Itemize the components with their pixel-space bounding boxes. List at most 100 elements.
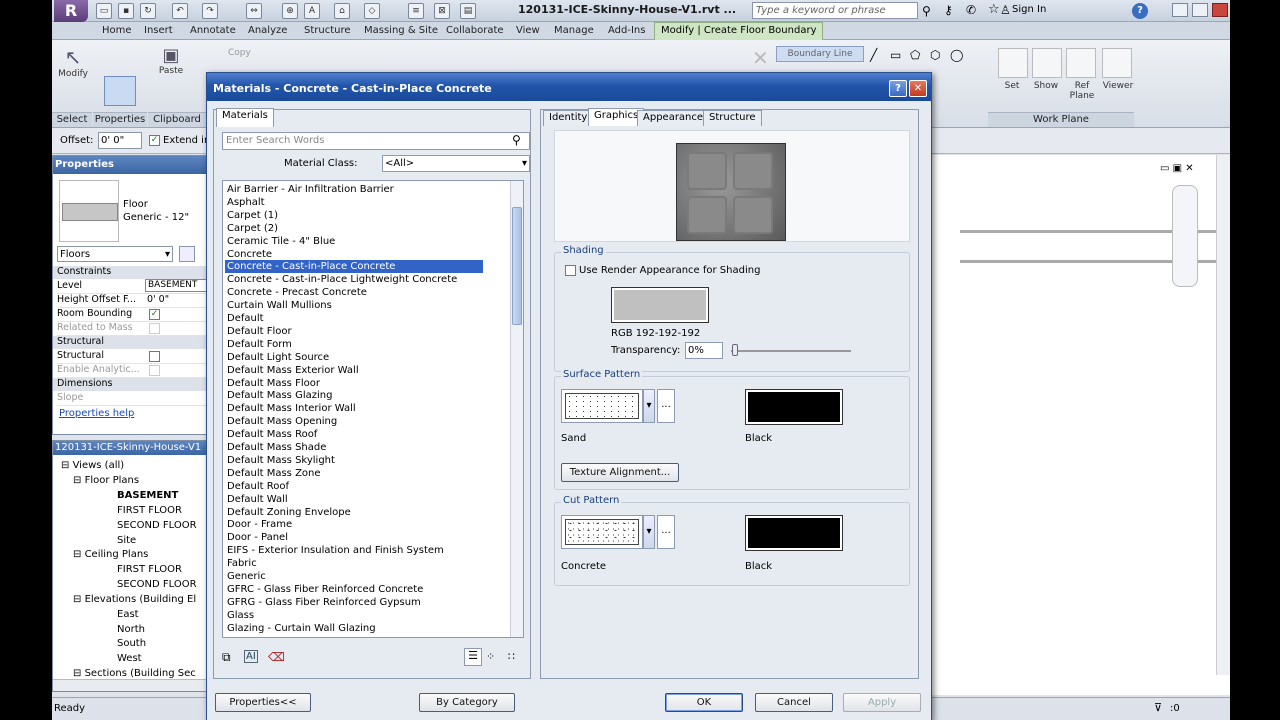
- tree-views-all[interactable]: ⊟ Views (all): [61, 460, 124, 471]
- small-icons-view-icon[interactable]: ⁘: [486, 650, 495, 663]
- application-menu-button[interactable]: R: [54, 0, 88, 22]
- show-workplane-icon[interactable]: [1032, 48, 1062, 78]
- by-category-button[interactable]: By Category: [419, 693, 515, 712]
- circumscribed-polygon-icon[interactable]: ⬡: [930, 48, 940, 62]
- scrollbar-thumb[interactable]: [512, 207, 522, 325]
- material-list-item[interactable]: Default Floor: [227, 325, 292, 338]
- tab-massing-site[interactable]: Massing & Site: [364, 25, 438, 36]
- tab-structure[interactable]: Structure: [304, 25, 351, 36]
- transparency-slider-thumb[interactable]: [732, 344, 738, 356]
- duplicate-material-icon[interactable]: ⧉: [222, 650, 231, 665]
- chevron-down-icon[interactable]: ▾: [643, 515, 655, 549]
- material-list-item[interactable]: Concrete - Cast-in-Place Concrete: [225, 260, 483, 274]
- material-list-item[interactable]: Default Zoning Envelope: [227, 506, 351, 519]
- viewer-button[interactable]: Viewer: [1096, 80, 1140, 92]
- material-search-input[interactable]: Enter Search Words: [222, 132, 530, 150]
- save-icon[interactable]: ▪: [118, 3, 134, 19]
- material-list-item[interactable]: Default Light Source: [227, 351, 329, 364]
- extend-into-wall-checkbox[interactable]: ✓: [149, 135, 160, 146]
- tab-identity[interactable]: Identity: [543, 110, 594, 126]
- chevron-down-icon[interactable]: ▾: [643, 389, 655, 423]
- material-list-item[interactable]: Glass: [227, 609, 254, 622]
- cut-pattern-dropdown[interactable]: [561, 515, 643, 549]
- ref-plane-icon[interactable]: [1066, 48, 1096, 78]
- copy-button[interactable]: Copy: [228, 48, 251, 58]
- material-class-dropdown[interactable]: <All> ▾: [382, 155, 530, 172]
- view-vertical-scrollbar[interactable]: [1216, 155, 1230, 675]
- material-list-item[interactable]: Curtain Wall Mullions: [227, 299, 332, 312]
- help-icon[interactable]: ?: [1132, 3, 1148, 19]
- material-list-item[interactable]: Fabric: [227, 557, 257, 570]
- section-icon[interactable]: ◇: [364, 3, 380, 19]
- material-list-item[interactable]: Door - Panel: [227, 531, 288, 544]
- communication-icon[interactable]: ✆: [966, 3, 976, 17]
- tab-insert[interactable]: Insert: [144, 25, 173, 36]
- subscription-icon[interactable]: ⚷: [944, 3, 953, 17]
- material-list-item[interactable]: Default Mass Zone: [227, 467, 321, 480]
- favorites-icon[interactable]: ☆: [988, 2, 1000, 17]
- tag-icon[interactable]: ⊕: [282, 3, 298, 19]
- set-workplane-icon[interactable]: [998, 48, 1028, 78]
- cut-pattern-browse-button[interactable]: ...: [657, 515, 675, 549]
- thin-lines-icon[interactable]: ≡: [408, 3, 424, 19]
- tree-ceiling-first-floor[interactable]: FIRST FLOOR: [117, 564, 182, 575]
- close-window-button[interactable]: [1212, 3, 1228, 17]
- navigation-bar[interactable]: [1172, 185, 1198, 287]
- tree-south[interactable]: South: [117, 638, 146, 649]
- undo-icon[interactable]: ↶: [172, 3, 188, 19]
- 3d-view-icon[interactable]: ⌂: [334, 3, 350, 19]
- tree-sections[interactable]: ⊟ Sections (Building Sec: [73, 668, 196, 679]
- material-list-item[interactable]: Default Mass Shade: [227, 441, 326, 454]
- delete-icon[interactable]: ✕: [752, 46, 769, 70]
- material-list-item[interactable]: Default Mass Interior Wall: [227, 402, 356, 415]
- line-icon[interactable]: ╱: [870, 48, 877, 62]
- tab-structure-props[interactable]: Structure: [703, 110, 762, 126]
- boundary-line-button[interactable]: Boundary Line: [776, 46, 864, 62]
- surface-pattern-color-swatch[interactable]: [745, 389, 843, 425]
- paste-button[interactable]: ▣ Paste: [154, 44, 188, 94]
- redo-icon[interactable]: ↷: [202, 3, 218, 19]
- material-list-item[interactable]: Default Form: [227, 338, 292, 351]
- tab-manage[interactable]: Manage: [554, 25, 594, 36]
- use-render-appearance-checkbox[interactable]: [565, 265, 576, 276]
- tree-elevations[interactable]: ⊟ Elevations (Building El: [73, 594, 196, 605]
- keyword-search-input[interactable]: Type a keyword or phrase: [752, 2, 918, 19]
- measure-icon[interactable]: ⇔: [246, 3, 262, 19]
- tree-basement[interactable]: BASEMENT: [117, 490, 178, 501]
- surface-pattern-dropdown[interactable]: [561, 389, 643, 423]
- tab-materials[interactable]: Materials: [216, 108, 274, 127]
- viewer-icon[interactable]: [1102, 48, 1132, 78]
- material-list-item[interactable]: Concrete - Cast-in-Place Lightweight Con…: [227, 273, 457, 286]
- material-list-item[interactable]: Default Mass Exterior Wall: [227, 364, 359, 377]
- circle-icon[interactable]: ◯: [950, 48, 963, 62]
- delete-material-icon[interactable]: ⌫: [268, 650, 285, 664]
- transparency-slider[interactable]: [731, 350, 851, 352]
- cancel-button[interactable]: Cancel: [755, 693, 833, 712]
- panel-select-label[interactable]: Select: [52, 112, 92, 127]
- tab-modify-create-floor-boundary[interactable]: Modify | Create Floor Boundary: [654, 22, 824, 40]
- shading-color-swatch[interactable]: [611, 287, 709, 323]
- apply-button[interactable]: Apply: [843, 693, 921, 712]
- material-list-item[interactable]: Air Barrier - Air Infiltration Barrier: [227, 183, 394, 196]
- height-offset-value[interactable]: 0' 0": [147, 294, 169, 305]
- material-list-item[interactable]: Asphalt: [227, 196, 265, 209]
- material-list-item[interactable]: Default Roof: [227, 480, 289, 493]
- filter-icon[interactable]: ⊽: [1154, 701, 1162, 714]
- material-list-item[interactable]: Ceramic Tile - 4" Blue: [227, 235, 335, 248]
- tree-site[interactable]: Site: [117, 535, 136, 546]
- room-bounding-checkbox[interactable]: ✓: [149, 309, 160, 320]
- tab-collaborate[interactable]: Collaborate: [446, 25, 504, 36]
- close-hidden-icon[interactable]: ⊠: [434, 3, 450, 19]
- tree-floor-plans[interactable]: ⊟ Floor Plans: [73, 475, 139, 486]
- material-list-item[interactable]: Door - Frame: [227, 518, 292, 531]
- type-properties-icon[interactable]: [104, 76, 136, 106]
- material-list-item[interactable]: Default Mass Glazing: [227, 389, 332, 402]
- offset-input[interactable]: 0' 0": [98, 132, 142, 149]
- binoculars-icon[interactable]: ⚲: [922, 4, 931, 18]
- material-list-item[interactable]: Default Mass Skylight: [227, 454, 335, 467]
- material-list-scrollbar[interactable]: [510, 181, 523, 637]
- material-list-item[interactable]: Default: [227, 312, 264, 325]
- tree-east[interactable]: East: [117, 609, 139, 620]
- text-icon[interactable]: A: [304, 3, 320, 19]
- list-view-icon[interactable]: ☰: [464, 648, 482, 666]
